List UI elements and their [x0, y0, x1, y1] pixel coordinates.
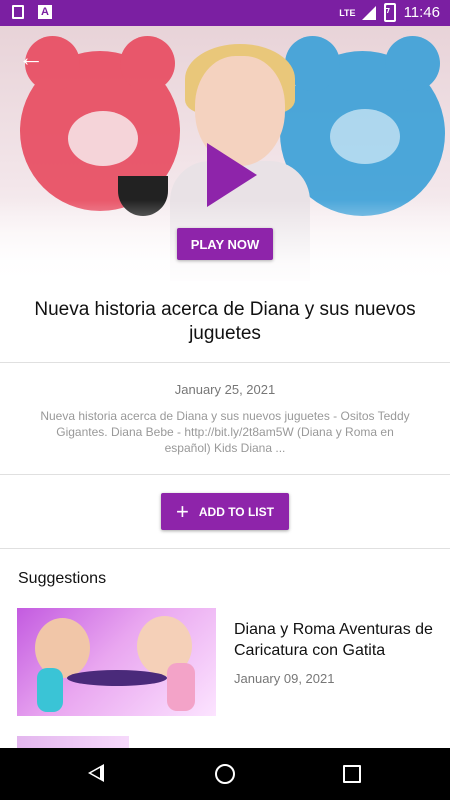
- suggestion-date: January 09, 2021: [234, 671, 335, 686]
- video-date: January 25, 2021: [174, 382, 276, 397]
- signal-icon: [361, 5, 376, 20]
- divider: [0, 548, 450, 549]
- suggestion-thumbnail-partial[interactable]: [17, 736, 129, 748]
- nav-back-icon[interactable]: [88, 764, 104, 782]
- divider: [0, 362, 450, 363]
- add-to-list-label: ADD TO LIST: [198, 504, 274, 519]
- video-description: Nueva historia acerca de Diana y sus nue…: [40, 409, 410, 455]
- video-hero-thumbnail[interactable]: ← PLAY NOW: [0, 26, 450, 290]
- suggestion-title: Diana y Roma Aventuras de Caricatura con…: [234, 621, 433, 659]
- clock: 11:46: [403, 4, 440, 21]
- notification-a-icon: A: [38, 5, 52, 19]
- nav-recents-icon[interactable]: [343, 765, 361, 783]
- suggestion-thumbnail: [17, 608, 216, 716]
- status-bar: A LTE 11:46: [0, 0, 450, 26]
- back-arrow-icon[interactable]: ←: [18, 44, 44, 70]
- plus-icon: +: [176, 498, 189, 524]
- nav-home-icon[interactable]: [215, 764, 235, 784]
- video-title: Nueva historia acerca de Diana y sus nue…: [34, 299, 416, 344]
- play-now-button[interactable]: PLAY NOW: [177, 228, 273, 260]
- system-nav-bar: [0, 748, 450, 800]
- suggestions-heading: Suggestions: [18, 570, 107, 587]
- add-to-list-button[interactable]: + ADD TO LIST: [161, 493, 289, 530]
- sd-card-icon: [12, 5, 24, 19]
- divider: [0, 474, 450, 475]
- network-type: LTE: [339, 7, 356, 18]
- suggestion-item[interactable]: Diana y Roma Aventuras de Caricatura con…: [0, 605, 450, 717]
- play-icon[interactable]: [207, 143, 257, 207]
- battery-charging-icon: [383, 2, 396, 22]
